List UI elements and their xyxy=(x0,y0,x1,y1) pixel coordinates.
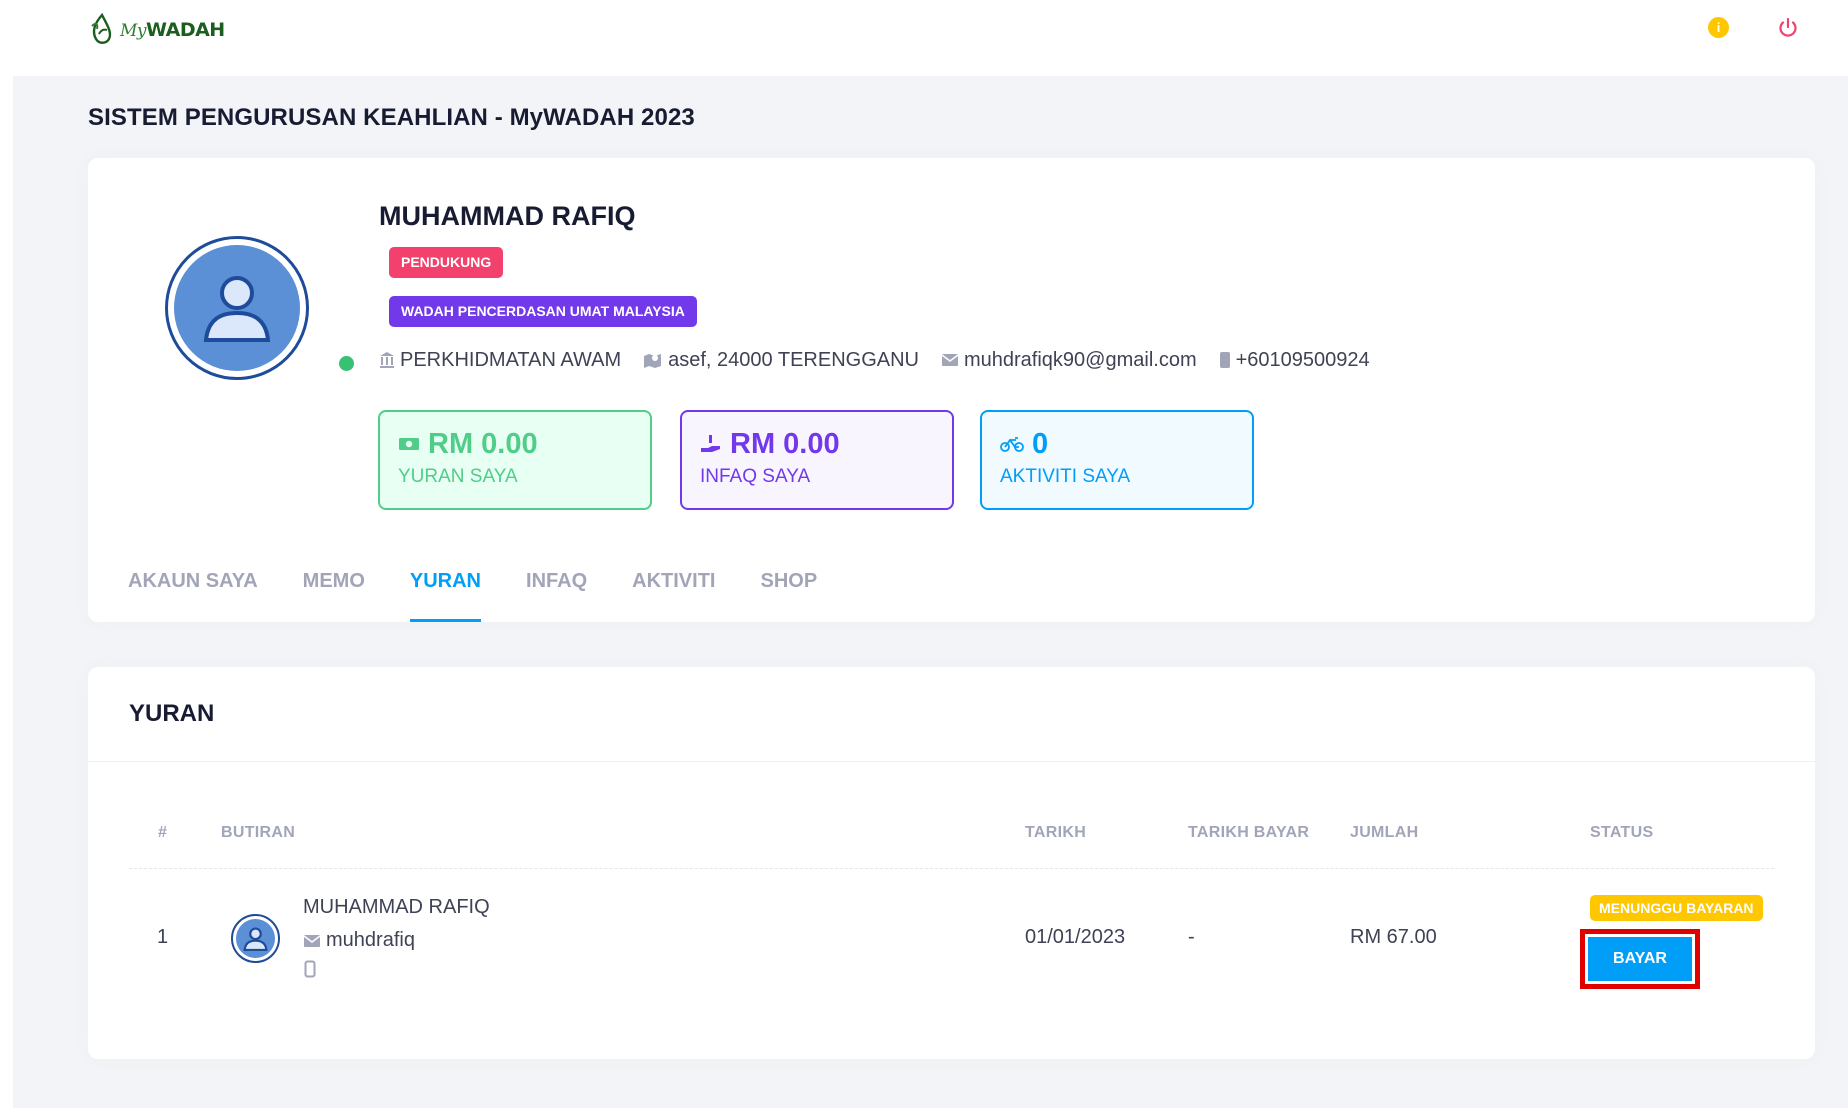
phone-text: +60109500924 xyxy=(1235,348,1370,371)
sector-info: PERKHIDMATAN AWAM xyxy=(379,349,621,372)
profile-card xyxy=(88,158,1815,622)
map-icon xyxy=(644,354,662,368)
column-header-jumlah: JUMLAH xyxy=(1350,824,1419,841)
money-icon xyxy=(399,438,419,450)
address-info: asef, 24000 TERENGGANU xyxy=(643,349,919,372)
profile-avatar xyxy=(165,236,309,380)
table-header-divider xyxy=(129,868,1774,869)
tab-memo[interactable]: MEMO xyxy=(303,566,365,622)
column-header-number: # xyxy=(158,824,168,841)
phone-icon xyxy=(304,960,316,978)
row-number: 1 xyxy=(157,926,169,948)
column-header-butiran: BUTIRAN xyxy=(221,824,296,841)
yuran-card xyxy=(88,667,1815,1059)
envelope-icon xyxy=(303,934,321,947)
stat-aktiviti-saya[interactable]: 0 AKTIVITI SAYA xyxy=(980,410,1254,510)
envelope-icon xyxy=(941,354,959,366)
page-title: SISTEM PENGURUSAN KEAHLIAN - MyWADAH 202… xyxy=(88,104,695,131)
yuran-card-title: YURAN xyxy=(129,700,215,727)
infaq-label: INFAQ SAYA xyxy=(700,466,811,487)
aktiviti-label: AKTIVITI SAYA xyxy=(1000,466,1131,487)
organization-badge: WADAH PENCERDASAN UMAT MALAYSIA xyxy=(389,296,697,327)
row-amount: RM 67.00 xyxy=(1350,926,1437,948)
logo-text: MyWADAH xyxy=(120,19,225,41)
column-header-tarikh-bayar: TARIKH BAYAR xyxy=(1188,824,1310,841)
power-icon[interactable] xyxy=(1776,16,1800,40)
info-icon[interactable]: i xyxy=(1708,17,1729,38)
phone-info: +60109500924 xyxy=(1219,349,1370,372)
profile-name: MUHAMMAD RAFIQ xyxy=(379,201,636,231)
tab-akaun-saya[interactable]: AKAUN SAYA xyxy=(128,566,258,622)
building-icon xyxy=(380,352,394,368)
leaf-drop-icon xyxy=(91,12,112,44)
row-avatar xyxy=(231,914,280,963)
email-text: muhdrafiqk90@gmail.com xyxy=(963,348,1197,371)
row-paid-date: - xyxy=(1188,926,1195,948)
aktiviti-total: 0 xyxy=(1032,427,1049,460)
online-status-dot xyxy=(339,356,354,371)
row-date: 01/01/2023 xyxy=(1025,926,1126,948)
top-bar: MyWADAH i xyxy=(0,0,1848,76)
row-member-name: MUHAMMAD RAFIQ xyxy=(303,896,490,918)
stat-yuran-saya[interactable]: RM 0.00 YURAN SAYA xyxy=(378,410,652,510)
row-member-email: muhdrafiq xyxy=(303,929,415,952)
profile-tabs: AKAUN SAYA MEMO YURAN INFAQ AKTIVITI SHO… xyxy=(128,566,862,622)
user-icon xyxy=(243,927,268,952)
tab-yuran[interactable]: YURAN xyxy=(409,566,482,622)
email-info: muhdrafiqk90@gmail.com xyxy=(941,349,1197,372)
divider xyxy=(88,761,1815,762)
tab-aktiviti[interactable]: AKTIVITI xyxy=(632,566,715,622)
address-text: asef, 24000 TERENGGANU xyxy=(668,348,919,371)
sector-text: PERKHIDMATAN AWAM xyxy=(400,348,622,371)
membership-badge: PENDUKUNG xyxy=(389,247,504,278)
column-header-tarikh: TARIKH xyxy=(1025,824,1087,841)
phone-icon xyxy=(1219,352,1230,368)
yuran-label: YURAN SAYA xyxy=(398,466,518,487)
hand-holding-icon xyxy=(701,435,720,452)
user-icon xyxy=(187,258,287,358)
yuran-total: RM 0.00 xyxy=(428,427,538,460)
infaq-total: RM 0.00 xyxy=(730,427,840,460)
tab-shop[interactable]: SHOP xyxy=(760,566,817,622)
bicycle-icon xyxy=(1000,437,1024,452)
column-header-status: STATUS xyxy=(1590,824,1654,841)
tab-infaq[interactable]: INFAQ xyxy=(526,566,587,622)
row-username: muhdrafiq xyxy=(326,929,415,951)
app-logo[interactable]: MyWADAH xyxy=(88,12,225,48)
status-badge: MENUNGGU BAYARAN xyxy=(1590,895,1763,921)
stat-infaq-saya[interactable]: RM 0.00 INFAQ SAYA xyxy=(680,410,954,510)
bayar-button[interactable]: BAYAR xyxy=(1588,937,1692,981)
profile-meta: PERKHIDMATAN AWAM asef, 24000 TERENGGANU… xyxy=(379,346,1392,374)
